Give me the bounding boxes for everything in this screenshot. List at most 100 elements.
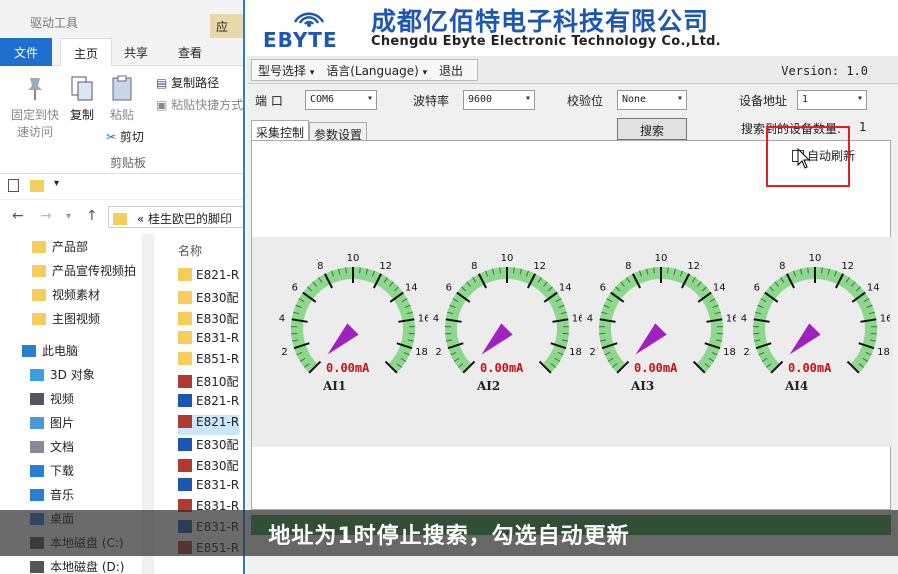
copy-label: 复制: [69, 108, 94, 122]
folder-icon: [32, 265, 46, 277]
nav-item[interactable]: 视频: [30, 390, 74, 414]
file-list-item[interactable]: E821-R: [178, 394, 239, 414]
file-icon: [178, 459, 192, 472]
file-list-item[interactable]: E821-R: [178, 415, 240, 435]
paste-button[interactable]: 粘贴: [104, 74, 140, 123]
tab-collect-control[interactable]: 采集控制: [251, 120, 310, 140]
menu-exit[interactable]: 退出: [439, 62, 463, 79]
back-icon[interactable]: ←: [12, 208, 24, 224]
nav-item[interactable]: 图片: [30, 414, 74, 438]
parity-select[interactable]: None ▾: [617, 90, 687, 110]
nav-item[interactable]: 文档: [30, 438, 74, 462]
parity-label: 校验位: [567, 94, 604, 108]
gauge-tick-label: 4: [587, 314, 593, 325]
file-name: E821-R: [196, 415, 240, 429]
gauge-tick-label: 18: [723, 347, 736, 358]
address-input[interactable]: « 桂生欧巴的脚印: [108, 206, 243, 228]
column-header-name[interactable]: 名称: [178, 242, 202, 259]
tab-share[interactable]: 共享: [124, 44, 148, 61]
collect-control-panel: 自动刷新 024681012141618200.00mA024681012141…: [251, 140, 892, 510]
tab-home[interactable]: 主页: [60, 38, 112, 66]
menu-language[interactable]: 语言(Language) ▾: [326, 62, 427, 79]
new-folder-icon[interactable]: [30, 180, 44, 192]
gauge-tick-label: 10: [347, 253, 360, 264]
tab-view[interactable]: 查看: [178, 44, 202, 61]
nav-item[interactable]: 产品部: [32, 238, 88, 262]
file-name: E831-R: [196, 331, 240, 345]
tab-parameter-settings[interactable]: 参数设置: [309, 122, 368, 142]
file-list-item[interactable]: E810配: [178, 373, 239, 393]
device-address-select[interactable]: 1 ▾: [797, 90, 867, 110]
pin-to-quick-access-button[interactable]: 固定到快速访问: [6, 74, 64, 140]
context-tab-apply[interactable]: 应用: [210, 14, 243, 51]
nav-item[interactable]: 音乐: [30, 486, 74, 510]
gauge-tick-label: 12: [379, 261, 392, 272]
nav-item-label: 文档: [50, 440, 75, 454]
file-list-item[interactable]: E831-R: [178, 478, 239, 498]
file-list-item[interactable]: E830配: [178, 436, 239, 456]
file-list-item[interactable]: E830配: [178, 289, 239, 309]
port-select[interactable]: COM6 ▾: [305, 90, 377, 110]
gauge-tick-label: 2: [281, 347, 287, 358]
device-address-value: 1: [802, 94, 809, 105]
file-icon: [178, 438, 192, 451]
up-icon[interactable]: ↑: [86, 208, 98, 224]
paste-shortcut-label: 粘贴快捷方式: [171, 98, 244, 112]
baud-label: 波特率: [413, 94, 450, 108]
dropdown-icon: ▾: [422, 68, 428, 78]
gauge-tick-label: 8: [779, 261, 785, 272]
gauge-tick-label: 2: [435, 347, 441, 358]
baud-select[interactable]: 9600 ▾: [463, 90, 535, 110]
gauge-minor-tick: [513, 267, 515, 274]
computer-icon: [22, 345, 36, 357]
gauge-tick-label: 2: [743, 347, 749, 358]
cut-button[interactable]: ✂ 剪切: [106, 128, 144, 145]
ribbon-tabs: 文件 主页 共享 查看: [0, 38, 243, 66]
properties-icon[interactable]: [8, 179, 19, 192]
gauge-minor-tick: [807, 267, 809, 274]
gauge-tick-label: 8: [625, 261, 631, 272]
gauge-tick-label: 8: [471, 261, 477, 272]
nav-item-label: 3D 对象: [50, 368, 95, 382]
file-list-item[interactable]: E821-R: [178, 268, 239, 288]
nav-item[interactable]: 本地磁盘 (D:): [30, 558, 124, 574]
file-list-item[interactable]: E830配: [178, 457, 239, 477]
wifi-signal-icon: [293, 12, 325, 27]
file-list-item[interactable]: E851-R: [178, 352, 239, 372]
file-icon: [178, 478, 192, 491]
copy-button[interactable]: 复制: [64, 74, 100, 123]
menu-model-select[interactable]: 型号选择 ▾: [258, 62, 314, 79]
file-list-item[interactable]: E830配: [178, 310, 239, 330]
file-name: E830配: [196, 438, 239, 452]
nav-item[interactable]: 视频素材: [32, 286, 100, 310]
nav-item[interactable]: 主图视频: [32, 310, 100, 334]
gauge-dial: 02468101214161820: [279, 253, 431, 387]
nav-item[interactable]: 此电脑: [22, 342, 78, 366]
folder-icon: [113, 213, 127, 225]
copy-path-button[interactable]: ▤ 复制路径: [156, 74, 219, 91]
qat-dropdown-icon[interactable]: ▾: [54, 178, 59, 189]
gauge-tick-label: 10: [655, 253, 668, 264]
forward-icon[interactable]: →: [40, 208, 52, 224]
gauge-tick-label: 16: [726, 314, 736, 325]
breadcrumb-chevron-icon: «: [136, 212, 145, 226]
address-bar: ← → ▾ ↑ « 桂生欧巴的脚印: [0, 202, 243, 232]
copy-path-label: 复制路径: [171, 76, 220, 90]
gauge-tick-label: 12: [841, 261, 854, 272]
nav-item[interactable]: 产品宣传视频拍: [32, 262, 136, 286]
file-list-item[interactable]: E831-R: [178, 331, 239, 351]
explorer-titlebar: 驱动工具 应用: [0, 0, 243, 51]
gauge-minor-tick: [345, 267, 347, 274]
pin-icon: [28, 78, 42, 100]
nav-item-label: 主图视频: [52, 312, 101, 326]
nav-item[interactable]: 3D 对象: [30, 366, 95, 390]
paste-shortcut-button[interactable]: ▣ 粘贴快捷方式: [156, 96, 243, 113]
gauge-tick-label: 16: [418, 314, 428, 325]
recent-dropdown-icon[interactable]: ▾: [66, 211, 71, 222]
gauge-needle: [481, 323, 513, 355]
search-button[interactable]: 搜索: [617, 118, 687, 140]
gauge-needle: [327, 323, 359, 355]
logo-text: EBYTE: [263, 28, 338, 52]
tab-file[interactable]: 文件: [0, 38, 52, 66]
nav-item[interactable]: 下载: [30, 462, 74, 486]
